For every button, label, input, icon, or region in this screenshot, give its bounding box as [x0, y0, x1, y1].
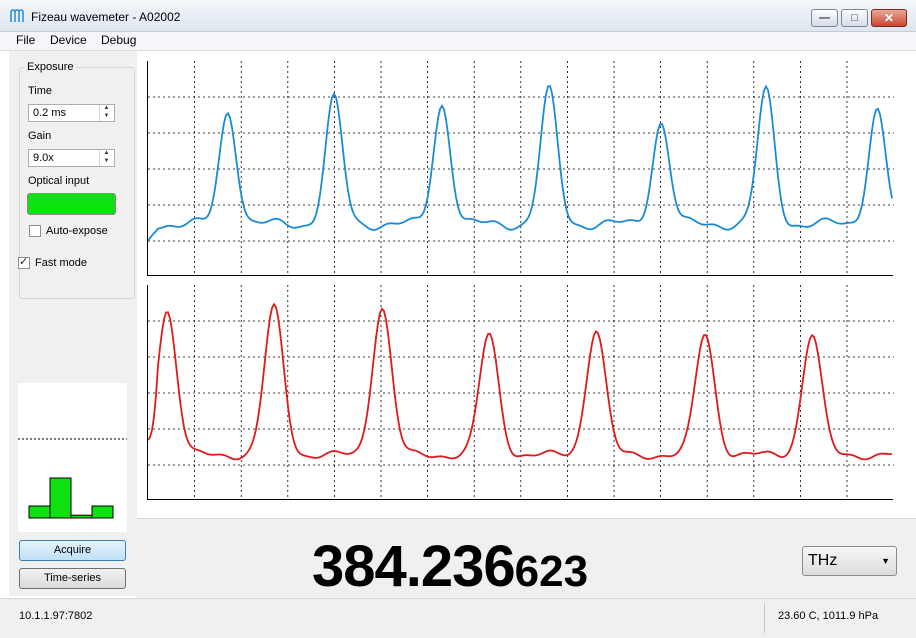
gain-spin-arrows: ▲ ▼ — [99, 150, 114, 166]
minimize-button[interactable]: — — [811, 9, 838, 27]
exposure-histogram — [18, 383, 127, 532]
unit-selected-value: THz — [808, 552, 838, 569]
histogram-bar — [28, 505, 51, 519]
status-bar: 10.1.1.97:7802 23.60 C, 1011.9 hPa — [0, 598, 916, 638]
fast-mode-checkbox[interactable]: ✓ — [18, 256, 30, 269]
signal-trace — [148, 302, 893, 461]
signal-trace — [148, 84, 893, 242]
environment-readout: 23.60 C, 1011.9 hPa — [778, 610, 879, 622]
chevron-down-icon: ▼ — [881, 556, 890, 566]
status-divider — [764, 603, 765, 633]
connection-address: 10.1.1.97:7802 — [19, 610, 93, 622]
histogram-bar — [70, 514, 93, 519]
reading-panel: 384.236623 THz ▼ — [137, 518, 916, 600]
interferogram-plot-bottom — [147, 285, 894, 500]
interferogram-plot-top — [147, 61, 894, 276]
close-button[interactable]: ✕ — [871, 9, 907, 27]
gain-value: 9.0x — [33, 152, 54, 164]
close-icon: ✕ — [883, 11, 895, 25]
histogram-bar — [91, 505, 114, 519]
histogram-chart — [18, 438, 127, 519]
spin-up-icon[interactable]: ▲ — [101, 105, 112, 112]
menu-file[interactable]: File — [16, 33, 35, 47]
histogram-bar — [49, 477, 72, 519]
optical-input-indicator — [27, 193, 116, 215]
gain-label: Gain — [28, 130, 52, 142]
fizeau-logo-icon — [10, 9, 24, 22]
gain-spinbox[interactable]: 9.0x ▲ ▼ — [28, 149, 115, 167]
exposure-group-title: Exposure — [24, 61, 77, 73]
optical-input-label: Optical input — [28, 175, 90, 187]
maximize-icon: □ — [851, 12, 858, 24]
spin-up-icon[interactable]: ▲ — [101, 150, 112, 157]
bottom-trace-svg — [148, 285, 894, 500]
menu-bar: File Device Debug — [0, 32, 916, 51]
minimize-icon: — — [819, 12, 830, 24]
title-bar[interactable]: Fizeau wavemeter - A02002 — □ ✕ — [0, 0, 916, 32]
reading-main-digits: 384.236 — [312, 534, 516, 599]
spin-down-icon[interactable]: ▼ — [101, 158, 112, 165]
checkmark-icon: ✓ — [19, 256, 29, 268]
time-spinbox[interactable]: 0.2 ms ▲ ▼ — [28, 104, 115, 122]
auto-expose-checkbox[interactable] — [29, 225, 41, 237]
acquire-button[interactable]: Acquire — [19, 540, 126, 561]
auto-expose-label[interactable]: Auto-expose — [46, 225, 108, 237]
unit-select[interactable]: THz ▼ — [802, 546, 897, 576]
window-title: Fizeau wavemeter - A02002 — [31, 10, 181, 24]
time-spin-arrows: ▲ ▼ — [99, 105, 114, 121]
menu-device[interactable]: Device — [50, 33, 87, 47]
time-value: 0.2 ms — [33, 107, 67, 119]
wavelength-reading: 384.236623 — [312, 533, 588, 600]
maximize-button[interactable]: □ — [841, 9, 868, 27]
top-trace-svg — [148, 61, 894, 276]
reading-small-digits: 623 — [514, 547, 589, 596]
menu-debug[interactable]: Debug — [101, 33, 136, 47]
time-series-button[interactable]: Time-series — [19, 568, 126, 589]
time-label: Time — [28, 85, 53, 97]
spin-down-icon[interactable]: ▼ — [101, 113, 112, 120]
fast-mode-label[interactable]: Fast mode — [35, 257, 87, 269]
